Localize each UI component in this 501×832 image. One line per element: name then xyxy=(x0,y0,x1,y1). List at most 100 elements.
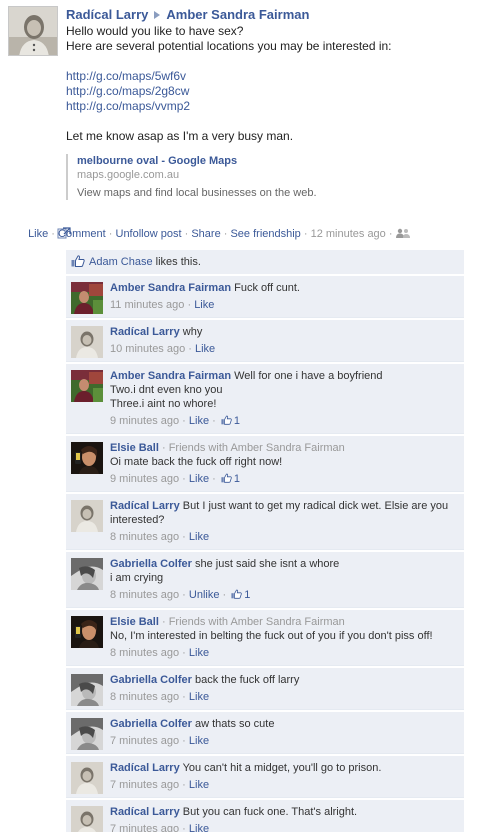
comment-timestamp[interactable]: 7 minutes ago xyxy=(110,735,179,747)
commenter-avatar[interactable] xyxy=(71,558,103,590)
like-comment-button[interactable]: Like xyxy=(189,473,209,485)
see-friendship-button[interactable]: See friendship xyxy=(230,228,300,240)
commenter-avatar[interactable] xyxy=(71,718,103,750)
commenter-name[interactable]: Gabriella Colfer xyxy=(110,674,192,686)
like-comment-button[interactable]: Like xyxy=(189,779,209,791)
attachment-description: View maps and find local businesses on t… xyxy=(77,187,317,199)
commenter-name[interactable]: Gabriella Colfer xyxy=(110,718,192,730)
comment-timestamp[interactable]: 9 minutes ago xyxy=(110,415,179,427)
post-message: Hello would you like to have sex? Here a… xyxy=(66,24,496,144)
comments-section: Adam Chase likes this. Amber Sandra Fair… xyxy=(66,250,464,832)
commenter-name[interactable]: Radícal Larry xyxy=(110,762,180,774)
commenter-avatar[interactable] xyxy=(71,442,103,474)
comment-like-count[interactable]: 1 xyxy=(229,589,250,601)
map-link[interactable]: http://g.co/maps/2g8cw xyxy=(66,84,189,98)
commenter-name[interactable]: Radícal Larry xyxy=(110,500,180,512)
commenter-name[interactable]: Amber Sandra Fairman xyxy=(110,370,231,382)
thumbs-up-icon xyxy=(231,589,242,599)
post-closing: Let me know asap as I'm a very busy man. xyxy=(66,129,294,143)
comment-item: Elsie Ball · Friends with Amber Sandra F… xyxy=(66,610,464,666)
comment-timestamp[interactable]: 9 minutes ago xyxy=(110,473,179,485)
commenter-avatar[interactable] xyxy=(71,282,103,314)
commenter-avatar[interactable] xyxy=(71,762,103,794)
friendship-meta: · Friends with Amber Sandra Fairman xyxy=(158,442,345,454)
commenter-name[interactable]: Radícal Larry xyxy=(110,806,180,818)
comment-list: Amber Sandra Fairman Fuck off cunt. 11 mi… xyxy=(66,276,464,832)
privacy-friends-icon[interactable] xyxy=(395,228,410,238)
like-comment-button[interactable]: Like xyxy=(189,691,209,703)
comment-text: No, I'm interested in belting the fuck o… xyxy=(110,630,433,642)
like-comment-button[interactable]: Like xyxy=(189,415,209,427)
unlike-comment-button[interactable]: Unlike xyxy=(189,589,220,601)
link-attachment: melbourne oval - Google Maps maps.google… xyxy=(66,154,336,200)
comment-item: Amber Sandra Fairman Fuck off cunt. 11 mi… xyxy=(66,276,464,318)
map-link[interactable]: http://g.co/maps/vvmp2 xyxy=(66,99,190,113)
commenter-avatar[interactable] xyxy=(71,370,103,402)
comment-item: Gabriella Colfer aw thats so cute 7 minut… xyxy=(66,712,464,754)
post-author-link[interactable]: Radícal Larry xyxy=(66,7,148,22)
link-share-icon xyxy=(57,227,71,239)
like-comment-button[interactable]: Like xyxy=(195,343,215,355)
friendship-meta: · Friends with Amber Sandra Fairman xyxy=(158,616,345,628)
comment-text: But you can fuck one. That's alright. xyxy=(182,806,358,818)
post-line: Hello would you like to have sex? xyxy=(66,24,244,38)
post-line: Here are several potential locations you… xyxy=(66,39,392,53)
attachment-title[interactable]: melbourne oval - Google Maps xyxy=(77,154,336,168)
commenter-name[interactable]: Gabriella Colfer xyxy=(110,558,192,570)
comment-item: Amber Sandra Fairman Well for one i have… xyxy=(66,364,464,434)
comment-text: Fuck off cunt. xyxy=(234,282,300,294)
commenter-avatar[interactable] xyxy=(71,674,103,706)
comment-item: Elsie Ball · Friends with Amber Sandra F… xyxy=(66,436,464,492)
comment-text: You can't hit a midget, you'll go to pri… xyxy=(182,762,382,774)
post-timestamp[interactable]: 12 minutes ago xyxy=(311,228,386,240)
like-comment-button[interactable]: Like xyxy=(189,647,209,659)
post-recipient-link[interactable]: Amber Sandra Fairman xyxy=(166,7,309,22)
like-button[interactable]: Like xyxy=(28,228,48,240)
comment-timestamp[interactable]: 8 minutes ago xyxy=(110,531,179,543)
comment-item: Gabriella Colfer she just said she isnt … xyxy=(66,552,464,608)
likes-suffix: likes this. xyxy=(152,256,201,268)
author-avatar[interactable] xyxy=(8,6,58,56)
commenter-avatar[interactable] xyxy=(71,806,103,832)
thumbs-up-icon xyxy=(221,415,232,425)
comment-text: Oi mate back the fuck off right now! xyxy=(110,456,283,468)
commenter-name[interactable]: Elsie Ball xyxy=(110,616,159,628)
comment-timestamp[interactable]: 8 minutes ago xyxy=(110,647,179,659)
comment-timestamp[interactable]: 7 minutes ago xyxy=(110,779,179,791)
attachment-domain: maps.google.com.au xyxy=(77,169,180,181)
comment-item: Radícal Larry why 10 minutes ago · Like xyxy=(66,320,464,362)
commenter-avatar[interactable] xyxy=(71,326,103,358)
arrow-right-icon xyxy=(154,11,161,20)
comment-like-count[interactable]: 1 xyxy=(219,473,240,485)
comment-text: why xyxy=(182,326,203,338)
like-comment-button[interactable]: Like xyxy=(189,531,209,543)
comment-item: Radícal Larry But you can fuck one. That… xyxy=(66,800,464,832)
comment-timestamp[interactable]: 7 minutes ago xyxy=(110,823,179,832)
commenter-name[interactable]: Elsie Ball xyxy=(110,442,159,454)
commenter-name[interactable]: Amber Sandra Fairman xyxy=(110,282,231,294)
likes-summary: Adam Chase likes this. xyxy=(66,250,464,274)
like-comment-button[interactable]: Like xyxy=(189,735,209,747)
comment-timestamp[interactable]: 11 minutes ago xyxy=(110,299,184,311)
liker-name[interactable]: Adam Chase xyxy=(89,256,153,268)
commenter-avatar[interactable] xyxy=(71,616,103,648)
commenter-name[interactable]: Radícal Larry xyxy=(110,326,180,338)
share-button[interactable]: Share xyxy=(191,228,220,240)
comment-item: Gabriella Colfer back the fuck off larry… xyxy=(66,668,464,710)
thumbs-up-icon xyxy=(221,473,232,483)
comment-text: back the fuck off larry xyxy=(194,674,300,686)
comment-timestamp[interactable]: 10 minutes ago xyxy=(110,343,185,355)
post-actions: Like · Comment · Unfollow post · Share ·… xyxy=(28,226,498,242)
map-link[interactable]: http://g.co/maps/5wf6v xyxy=(66,69,186,83)
thumbs-up-icon xyxy=(71,255,85,267)
comment-timestamp[interactable]: 8 minutes ago xyxy=(110,589,179,601)
comment-item: Radícal Larry But I just want to get my … xyxy=(66,494,464,550)
like-comment-button[interactable]: Like xyxy=(194,299,214,311)
comment-text: aw thats so cute xyxy=(194,718,275,730)
commenter-avatar[interactable] xyxy=(71,500,103,532)
unfollow-post-button[interactable]: Unfollow post xyxy=(116,228,182,240)
comment-like-count[interactable]: 1 xyxy=(219,415,240,427)
comment-timestamp[interactable]: 8 minutes ago xyxy=(110,691,179,703)
comment-item: Radícal Larry You can't hit a midget, yo… xyxy=(66,756,464,798)
like-comment-button[interactable]: Like xyxy=(189,823,209,832)
